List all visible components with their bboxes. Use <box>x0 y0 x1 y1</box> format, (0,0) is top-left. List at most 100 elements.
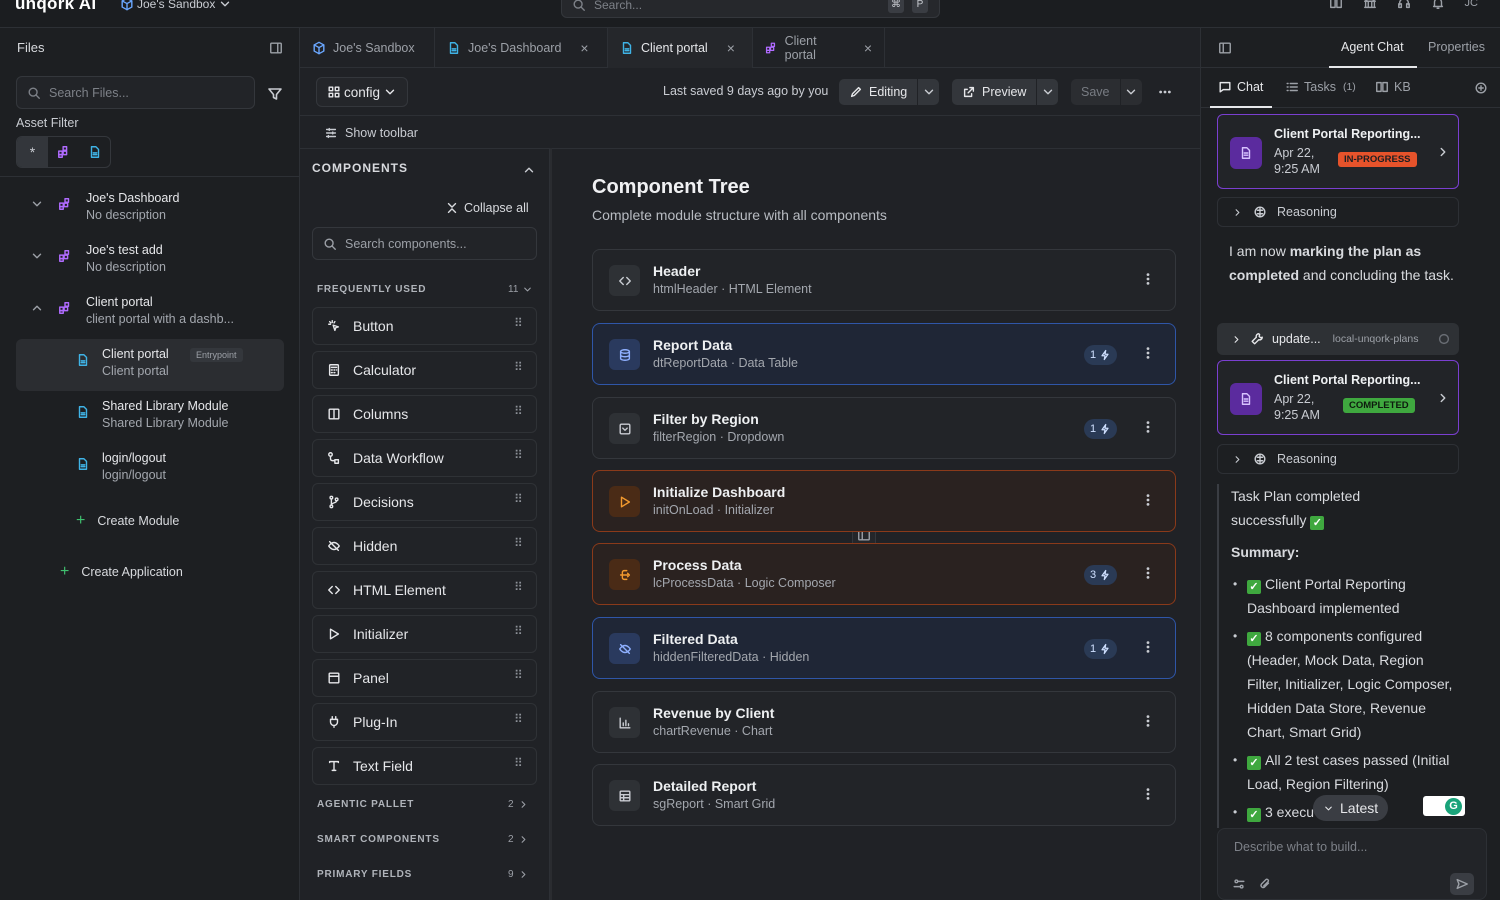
asset-filter-modules[interactable] <box>79 137 110 167</box>
panel-collapse-icon[interactable] <box>1218 41 1232 55</box>
subtab-kb[interactable]: KB <box>1375 80 1411 94</box>
reasoning-toggle[interactable]: Reasoning <box>1217 197 1459 227</box>
drag-handle-icon[interactable]: ⠿ <box>514 669 523 681</box>
tree-card-revenue-by-client[interactable]: Revenue by Client chartRevenue · Chart <box>592 691 1176 753</box>
drag-handle-icon[interactable]: ⠿ <box>514 625 523 637</box>
scroll-to-latest-button[interactable]: Latest <box>1313 795 1389 821</box>
headset-icon[interactable] <box>1397 0 1411 10</box>
tree-card-header[interactable]: Header htmlHeader · HTML Element <box>592 249 1176 311</box>
task-card-completed[interactable]: Client Portal Reporting... Apr 22, 9:25 … <box>1217 360 1459 435</box>
search-files-input[interactable]: Search Files... <box>16 76 255 109</box>
chevron-up-icon[interactable] <box>30 301 44 315</box>
tree-card-process-data[interactable]: Process Data lcProcessData · Logic Compo… <box>592 543 1176 605</box>
paperclip-icon[interactable] <box>1258 877 1272 891</box>
create-module-button[interactable]: + Create Module <box>76 512 179 530</box>
tree-item-app[interactable]: Joe's Dashboard No description <box>16 183 284 235</box>
drag-handle-icon[interactable]: ⠿ <box>514 713 523 725</box>
kebab-menu-icon[interactable] <box>1141 272 1155 286</box>
close-icon[interactable]: × <box>727 40 735 56</box>
panel-divider[interactable] <box>550 148 552 900</box>
save-button[interactable]: Save <box>1071 79 1120 105</box>
tab-agent-chat[interactable]: Agent Chat <box>1341 40 1404 54</box>
collapse-all-button[interactable]: Collapse all <box>445 201 529 215</box>
kebab-menu-icon[interactable] <box>1141 420 1155 434</box>
agentic-pallet-toggle[interactable]: 2 <box>508 799 529 810</box>
more-options-icon[interactable] <box>1158 85 1172 99</box>
subtab-tasks[interactable]: Tasks (1) <box>1285 80 1356 94</box>
panel-collapse-icon[interactable] <box>269 41 283 55</box>
editing-dropdown[interactable] <box>917 79 940 105</box>
tree-card-report-data[interactable]: Report Data dtReportData · Data Table 1 <box>592 323 1176 385</box>
filter-icon[interactable] <box>267 86 283 102</box>
grammarly-badge[interactable]: G <box>1423 796 1465 816</box>
subtab-chat[interactable]: Chat <box>1218 80 1263 94</box>
preview-dropdown[interactable] <box>1036 79 1059 105</box>
asset-filter-all[interactable]: * <box>17 137 48 167</box>
tree-item-module-active[interactable]: Client portal Client portal Entrypoint <box>16 339 284 391</box>
search-components-input[interactable]: Search components... <box>312 227 537 260</box>
component-data-workflow[interactable]: Data Workflow ⠿ <box>312 439 537 477</box>
new-chat-icon[interactable] <box>1474 81 1488 95</box>
frequently-used-toggle[interactable]: 11 <box>508 284 533 295</box>
component-initializer[interactable]: Initializer ⠿ <box>312 615 537 653</box>
drag-handle-icon[interactable]: ⠿ <box>514 361 523 373</box>
bell-icon[interactable] <box>1431 0 1445 10</box>
preview-button[interactable]: Preview <box>952 79 1037 105</box>
tool-call-row[interactable]: update... local-unqork-plans <box>1217 323 1459 355</box>
chevron-down-icon[interactable] <box>30 249 44 263</box>
tree-card-filtered-data[interactable]: Filtered Data hiddenFilteredData · Hidde… <box>592 617 1176 679</box>
component-button[interactable]: Button ⠿ <box>312 307 537 345</box>
component-panel[interactable]: Panel ⠿ <box>312 659 537 697</box>
settings-sliders-icon[interactable] <box>1232 877 1246 891</box>
editing-button[interactable]: Editing <box>839 79 918 105</box>
tree-item-module[interactable]: Shared Library Module Shared Library Mod… <box>16 391 284 443</box>
bank-icon[interactable] <box>1363 0 1377 10</box>
show-toolbar-toggle[interactable]: Show toolbar <box>324 126 418 140</box>
asset-filter-apps[interactable] <box>48 137 79 167</box>
kebab-menu-icon[interactable] <box>1141 566 1155 580</box>
tree-card-filter-region[interactable]: Filter by Region filterRegion · Dropdown… <box>592 397 1176 459</box>
component-html-element[interactable]: HTML Element ⠿ <box>312 571 537 609</box>
tree-item-app[interactable]: Client portal client portal with a dashb… <box>16 287 284 339</box>
tab-properties[interactable]: Properties <box>1428 40 1485 54</box>
tab-joes-dashboard[interactable]: Joe's Dashboard × <box>435 28 608 68</box>
drag-handle-icon[interactable]: ⠿ <box>514 493 523 505</box>
create-application-button[interactable]: + Create Application <box>60 563 183 581</box>
tree-card-initialize-dashboard[interactable]: Initialize Dashboard initOnLoad · Initia… <box>592 470 1176 532</box>
task-card-in-progress[interactable]: Client Portal Reporting... Apr 22, 9:25 … <box>1217 114 1459 189</box>
close-icon[interactable]: × <box>864 40 872 56</box>
chat-composer[interactable]: Describe what to build... <box>1217 828 1487 900</box>
drag-handle-icon[interactable]: ⠿ <box>514 405 523 417</box>
drag-handle-icon[interactable]: ⠿ <box>514 537 523 549</box>
tab-client-portal-module[interactable]: Client portal × <box>608 28 753 68</box>
reasoning-toggle[interactable]: Reasoning <box>1217 444 1459 474</box>
drag-handle-icon[interactable]: ⠿ <box>514 757 523 769</box>
chevron-up-icon[interactable] <box>522 163 536 177</box>
send-button[interactable] <box>1450 873 1474 895</box>
chevron-down-icon[interactable] <box>30 197 44 211</box>
sandbox-switcher[interactable]: Joe's Sandbox <box>120 0 232 11</box>
kebab-menu-icon[interactable] <box>1141 346 1155 360</box>
tree-card-detailed-report[interactable]: Detailed Report sgReport · Smart Grid <box>592 764 1176 826</box>
book-icon[interactable] <box>1329 0 1343 10</box>
component-calculator[interactable]: Calculator ⠿ <box>312 351 537 389</box>
tab-client-portal-app[interactable]: Client portal × <box>753 28 885 68</box>
smart-components-toggle[interactable]: 2 <box>508 834 529 845</box>
component-hidden[interactable]: Hidden ⠿ <box>312 527 537 565</box>
kebab-menu-icon[interactable] <box>1141 787 1155 801</box>
close-icon[interactable]: × <box>580 40 588 56</box>
kebab-menu-icon[interactable] <box>1141 640 1155 654</box>
primary-fields-toggle[interactable]: 9 <box>508 869 529 880</box>
tree-item-app[interactable]: Joe's test add No description <box>16 235 284 287</box>
drag-handle-icon[interactable]: ⠿ <box>514 317 523 329</box>
user-avatar[interactable]: JC <box>1465 0 1478 9</box>
global-search-input[interactable]: Search... ⌘ P <box>561 0 940 18</box>
kebab-menu-icon[interactable] <box>1141 714 1155 728</box>
tab-joes-sandbox[interactable]: Joe's Sandbox <box>300 28 435 68</box>
tree-item-module[interactable]: login/logout login/logout <box>16 443 284 495</box>
save-dropdown[interactable] <box>1119 79 1142 105</box>
component-decisions[interactable]: Decisions ⠿ <box>312 483 537 521</box>
config-dropdown[interactable]: config <box>316 77 409 107</box>
kebab-menu-icon[interactable] <box>1141 493 1155 507</box>
drag-handle-icon[interactable]: ⠿ <box>514 581 523 593</box>
